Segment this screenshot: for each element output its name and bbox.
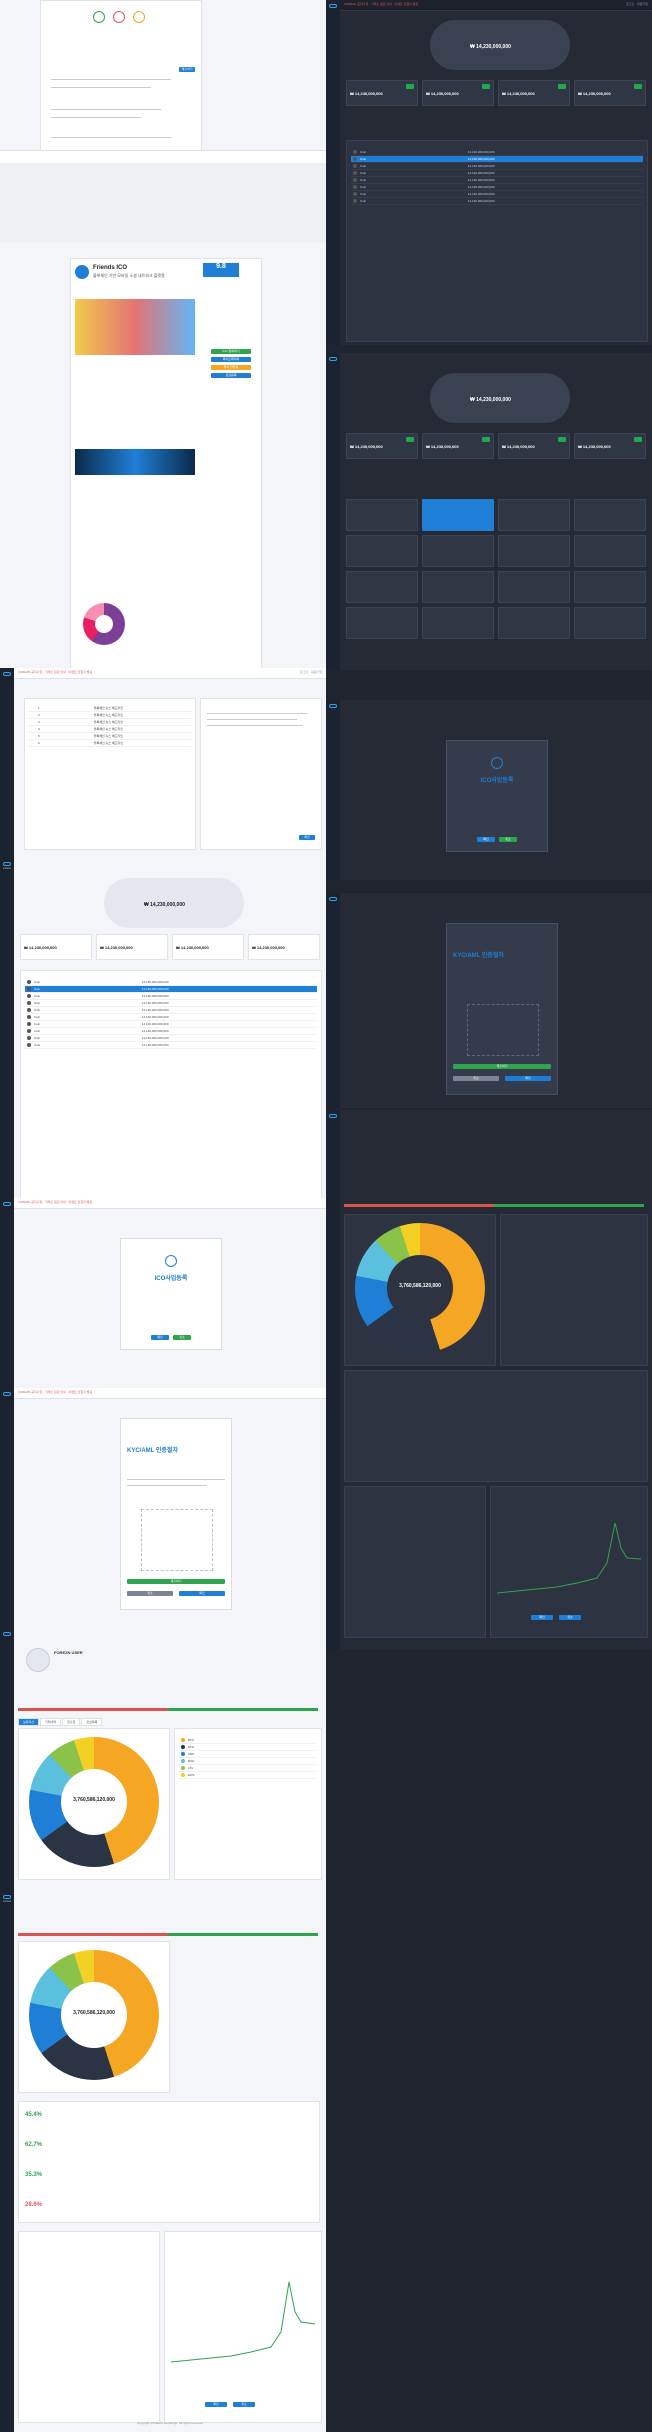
- asset-card[interactable]: ₩ 14,230,000,000: [498, 80, 570, 106]
- asset-list: [18, 2231, 160, 2423]
- screen-ico-register-dark: ICO사업등록 확인 취소: [326, 700, 652, 880]
- orders-panel: [344, 1370, 648, 1482]
- screen-ico-register: FOREZN 공지사항 · 거래소 점검 안내 · 이벤트 당첨자 발표 ICO…: [0, 1198, 326, 1388]
- asset-card[interactable]: ₩ 14,230,000,000: [574, 80, 646, 106]
- donut-panel: 3,760,586,120,000: [18, 1728, 170, 1880]
- upload-area[interactable]: [141, 1509, 213, 1571]
- ico-logo-icon: [75, 265, 89, 279]
- ico-subtitle: 블록체인 기반 모바일 소셜 네트워크 플랫폼: [93, 273, 165, 278]
- donut-panel: 3,760,586,120,000: [18, 1941, 170, 2093]
- kyc-dialog: KYC/AML 인증절차 제출하기 취소 확인: [446, 923, 558, 1095]
- cancel-button[interactable]: 취소: [173, 1335, 191, 1340]
- asset-card[interactable]: ₩ 14,230,000,000: [248, 934, 320, 960]
- price-chart-panel: 확인 취소: [164, 2231, 322, 2423]
- register-icon: [165, 1255, 177, 1267]
- table-row[interactable]: 1 블록체인 뉴스 헤드라인: [29, 705, 191, 712]
- selected-card[interactable]: [422, 499, 494, 531]
- dialog-title: KYC/AML 인증절차: [127, 1448, 178, 1454]
- portfolio-tabs: 보유자산 거래내역 입출금 관심목록: [18, 1718, 103, 1726]
- ico-banner-image: [75, 299, 195, 355]
- kyc-dialog: KYC/AML 인증절차 제출하기 취소 확인: [120, 1418, 232, 1610]
- asset-card[interactable]: ₩ 14,230,000,000: [422, 80, 494, 106]
- ico-register-dialog: ICO사업등록 확인 취소: [446, 740, 548, 852]
- screen-ico-detail: Friends ICO 블록체인 기반 모바일 소셜 네트워크 플랫폼 9.8 …: [0, 243, 326, 696]
- whitepaper-button[interactable]: 화이트페이퍼: [211, 357, 251, 362]
- total-asset-hero: ₩ 14,230,000,000: [430, 20, 570, 70]
- confirm-button[interactable]: 확인: [151, 1335, 169, 1340]
- news-detail-panel: 확인: [200, 698, 322, 850]
- avatar: [26, 1648, 50, 1672]
- submit-button[interactable]: 제출하기: [127, 1579, 225, 1584]
- table-row[interactable]: 6 블록체인 뉴스 헤드라인: [29, 740, 191, 747]
- left-column: 제출하기 Friends ICO 블록체인 기반 모바일 소셜 네트워크 플랫폼…: [0, 0, 326, 2432]
- table-row[interactable]: 2 블록체인 뉴스 헤드라인: [29, 712, 191, 719]
- table-row[interactable]: 4 블록체인 뉴스 헤드라인: [29, 726, 191, 733]
- confirm-button[interactable]: 확인: [299, 835, 315, 840]
- video-banner[interactable]: [75, 449, 195, 475]
- progress-button[interactable]: 투자 진행중: [211, 365, 251, 370]
- ico-title: Friends ICO: [93, 265, 128, 271]
- watch-button[interactable]: 관심등록: [211, 373, 251, 378]
- screen-news: FOREZN 공지사항 · 거래소 점검 안내 · 이벤트 당첨자 발표 로그인 …: [0, 668, 326, 858]
- asset-card[interactable]: ₩ 14,230,000,000: [172, 934, 244, 960]
- footer-bar: [0, 150, 326, 163]
- price-chart-panel: 확인 취소: [490, 1486, 648, 1638]
- emoji-icon[interactable]: [113, 11, 125, 23]
- buy-button[interactable]: 확인: [205, 2402, 227, 2407]
- screen-portfolio-light: FOREZN USER 보유자산 거래내역 입출금 관심목록 3,760,586,12…: [0, 1628, 326, 1891]
- emoji-icon[interactable]: [93, 11, 105, 23]
- donut-panel: 3,760,586,120,000: [344, 1214, 496, 1366]
- total-asset-hero: ₩ 14,230,000,000: [104, 878, 244, 928]
- asset-donut-chart: 3,760,586,120,000: [29, 1737, 159, 1867]
- price-chart: [171, 2281, 315, 2363]
- ico-register-dialog: ICO사업등록 확인 취소: [120, 1238, 222, 1350]
- ico-detail-panel: Friends ICO 블록체인 기반 모바일 소셜 네트워크 플랫폼 9.8 …: [70, 258, 262, 695]
- asset-card[interactable]: ₩ 14,230,000,000: [20, 934, 92, 960]
- emoji-icon[interactable]: [133, 11, 145, 23]
- screen-portfolio-overview: FOREZN 3,760,586,120,000 45.4% 62.7% 35.…: [0, 1891, 326, 2432]
- holdings-table: [500, 1214, 648, 1366]
- screen-kyc: FOREZN 공지사항 · 거래소 점검 안내 · 이벤트 당첨자 발표 KYC…: [0, 1388, 326, 1628]
- asset-card[interactable]: ₩ 14,230,000,000: [346, 80, 418, 106]
- sell-button[interactable]: 취소: [233, 2402, 255, 2407]
- asset-donut-chart: 3,760,586,120,000: [29, 1950, 159, 2080]
- table-row[interactable]: 3 블록체인 뉴스 헤드라인: [29, 719, 191, 726]
- asset-donut-chart: 3,760,586,120,000: [355, 1223, 485, 1353]
- cancel-button[interactable]: 취소: [127, 1591, 173, 1596]
- token-distribution-donut: [83, 603, 125, 645]
- screen-comments: 제출하기: [0, 0, 326, 163]
- user-name: FOREZN USER: [54, 1650, 83, 1655]
- right-column: FOREZN 공지사항 · 거래소 점검 안내 · 이벤트 당첨자 발표 로그인 …: [326, 0, 652, 2432]
- holdings-table: BTC ETH XRP BCH LTC EOS: [174, 1728, 322, 1880]
- stats-panel: 45.4% 62.7% 35.3% 28.6%: [18, 2101, 320, 2223]
- comment-panel: 제출하기: [40, 0, 202, 158]
- asset-list: [344, 1486, 486, 1638]
- news-table: 1 블록체인 뉴스 헤드라인 2 블록체인 뉴스 헤드라인 3 블록체인 뉴스 헤드라…: [24, 698, 196, 850]
- ico-score: 9.8: [203, 263, 239, 277]
- screen-portfolio-dark: 3,760,586,120,000 확인 취소: [326, 1110, 652, 1650]
- coin-table: Coin 14,130,000,000,000 Coin 14,130,000,00…: [346, 140, 648, 342]
- screen-dashboard-light: FOREZN ₩ 14,230,000,000 ₩ 14,230,000,000…: [0, 858, 326, 1198]
- screen-dashboard-dark: FOREZN 공지사항 · 거래소 점검 안내 · 이벤트 당첨자 발표 로그인 …: [326, 0, 652, 345]
- dialog-title: ICO사업등록: [154, 1276, 188, 1282]
- submit-comment-button[interactable]: 제출하기: [179, 67, 195, 72]
- table-row[interactable]: 5 블록체인 뉴스 헤드라인: [29, 733, 191, 740]
- coin-table: Coin 14,130,000,000,000 Coin 14,130,000,00…: [20, 970, 322, 1198]
- confirm-button[interactable]: 확인: [179, 1591, 225, 1596]
- screen-card-grid: ₩ 14,230,000,000 ₩ 14,230,000,000 ₩ 14,2…: [326, 353, 652, 670]
- participate-button[interactable]: ICO 참여하기: [211, 349, 251, 354]
- asset-card[interactable]: ₩ 14,230,000,000: [96, 934, 168, 960]
- screen-kyc-dark: KYC/AML 인증절차 제출하기 취소 확인: [326, 893, 652, 1108]
